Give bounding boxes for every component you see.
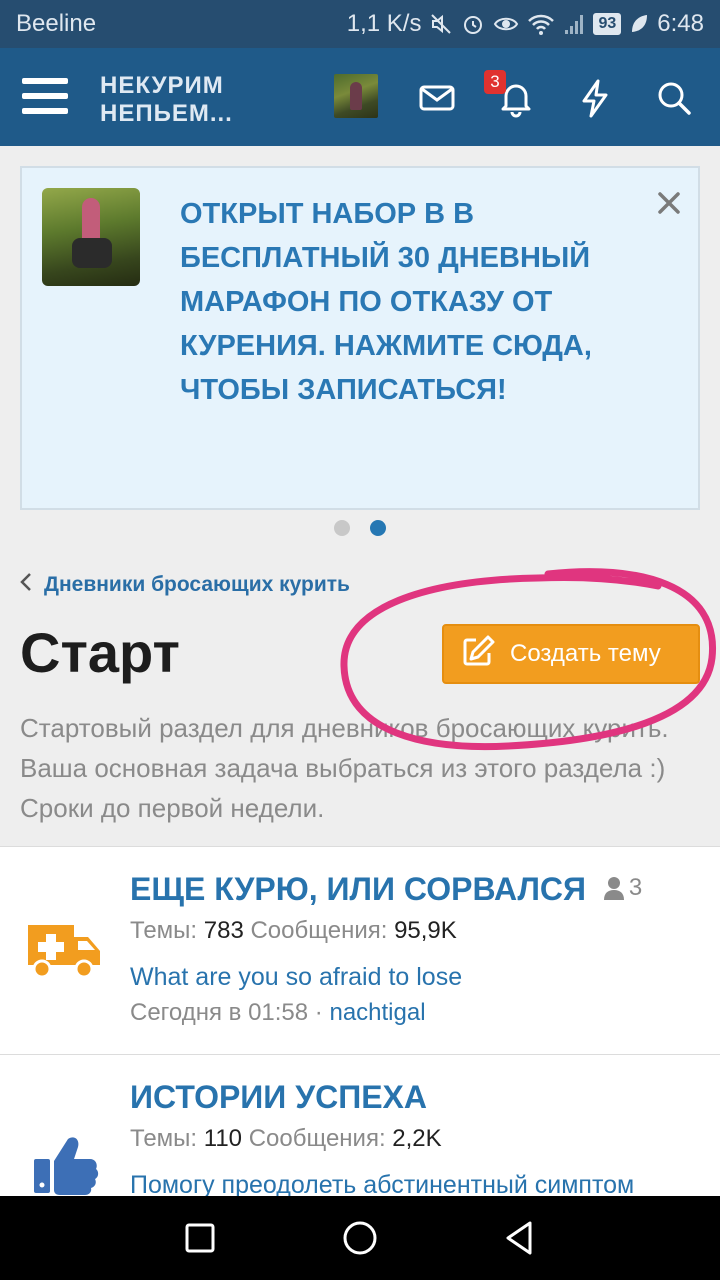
threads-count: 110 (203, 1125, 243, 1152)
forum-title[interactable]: ИСТОРИИ УСПЕХА (130, 1079, 427, 1116)
section-description: Стартовый раздел для дневников бросающих… (20, 713, 669, 823)
battery-indicator: 93 (593, 13, 622, 35)
clock: 6:48 (657, 10, 704, 37)
alarm-icon (461, 12, 485, 36)
posts-label: Сообщения: (250, 917, 388, 944)
posts-count: 2,2K (392, 1125, 442, 1152)
last-post-time[interactable]: Сегодня в 01:58 (130, 999, 308, 1026)
search-icon[interactable] (654, 78, 694, 118)
mute-icon (429, 12, 453, 36)
user-avatar[interactable] (334, 74, 378, 118)
menu-icon[interactable] (22, 78, 68, 114)
breadcrumb-label: Дневники бросающих курить (44, 573, 350, 596)
logo-line-2: НЕПЬЕМ... (100, 100, 233, 127)
last-post-user[interactable]: nachtigal (329, 999, 425, 1026)
carrier-label: Beeline (16, 10, 97, 37)
carousel-dot-active[interactable] (370, 520, 386, 536)
forum-list: ЕЩЕ КУРЮ, ИЛИ СОРВАЛСЯ 3 Темы: 783 Сообщ… (0, 846, 720, 1196)
close-icon[interactable] (656, 190, 682, 216)
meta-separator: · (314, 999, 323, 1026)
notice-text[interactable]: ОТКРЫТ НАБОР В В БЕСПЛАТНЫЙ 30 ДНЕВНЫЙ М… (180, 192, 640, 412)
forum-stats: Темы: 783 Сообщения: 95,9K (130, 917, 457, 945)
signal-icon (563, 12, 585, 36)
last-post-meta: Сегодня в 01:58 · nachtigal (130, 999, 426, 1027)
notification-badge: 3 (484, 70, 506, 94)
chevron-left-icon (20, 572, 32, 598)
page-title: Старт (20, 621, 180, 684)
home-icon[interactable] (340, 1218, 380, 1258)
carousel-dots (334, 520, 386, 536)
forum-node[interactable]: ЕЩЕ КУРЮ, ИЛИ СОРВАЛСЯ 3 Темы: 783 Сообщ… (0, 847, 720, 1055)
carousel-dot[interactable] (334, 520, 350, 536)
wifi-icon (527, 12, 555, 36)
app-header: НЕКУРИМ НЕПЬЕМ... (0, 48, 720, 146)
threads-label: Темы: (130, 1125, 198, 1152)
breadcrumb[interactable]: Дневники бросающих курить (20, 572, 350, 598)
logo-line-1: НЕКУРИМ (100, 72, 224, 99)
last-thread-link[interactable]: Помогу преодолеть абстинентный симптом (130, 1171, 634, 1196)
create-thread-button[interactable]: Создать тему (442, 624, 700, 684)
forum-title-text: ЕЩЕ КУРЮ, ИЛИ СОРВАЛСЯ (130, 871, 587, 907)
site-logo[interactable]: НЕКУРИМ НЕПЬЕМ... (100, 72, 233, 128)
announcement-notice[interactable]: ОТКРЫТ НАБОР В В БЕСПЛАТНЫЙ 30 ДНЕВНЫЙ М… (20, 166, 700, 510)
thumbs-up-icon (24, 1131, 104, 1195)
forum-node[interactable]: ИСТОРИИ УСПЕХА Темы: 110 Сообщения: 2,2K… (0, 1055, 720, 1196)
status-bar: Beeline 1,1 K/s 93 6:48 (0, 0, 720, 48)
leaf-icon (629, 13, 649, 35)
status-bar-right: 1,1 K/s 93 6:48 (347, 10, 704, 38)
ambulance-icon (24, 917, 104, 981)
notice-image (42, 188, 140, 286)
posts-label: Сообщения: (248, 1125, 386, 1152)
users-online-count: 3 (628, 874, 643, 901)
eye-icon (493, 12, 519, 36)
users-online: 3 (603, 874, 642, 902)
forum-title[interactable]: ЕЩЕ КУРЮ, ИЛИ СОРВАЛСЯ 3 (130, 871, 642, 908)
forum-stats: Темы: 110 Сообщения: 2,2K (130, 1125, 442, 1153)
threads-count: 783 (203, 917, 244, 944)
system-nav-bar (0, 1196, 720, 1280)
threads-label: Темы: (130, 917, 198, 944)
network-speed: 1,1 K/s (346, 10, 422, 37)
create-thread-label: Создать тему (510, 640, 661, 667)
edit-icon (462, 635, 496, 674)
posts-count: 95,9K (394, 917, 457, 944)
user-icon (603, 877, 624, 900)
recent-apps-icon[interactable] (180, 1218, 220, 1258)
mail-icon[interactable] (417, 78, 457, 118)
bolt-icon[interactable] (575, 78, 615, 118)
last-thread-link[interactable]: What are you so afraid to lose (130, 963, 462, 992)
back-icon[interactable] (500, 1218, 540, 1258)
